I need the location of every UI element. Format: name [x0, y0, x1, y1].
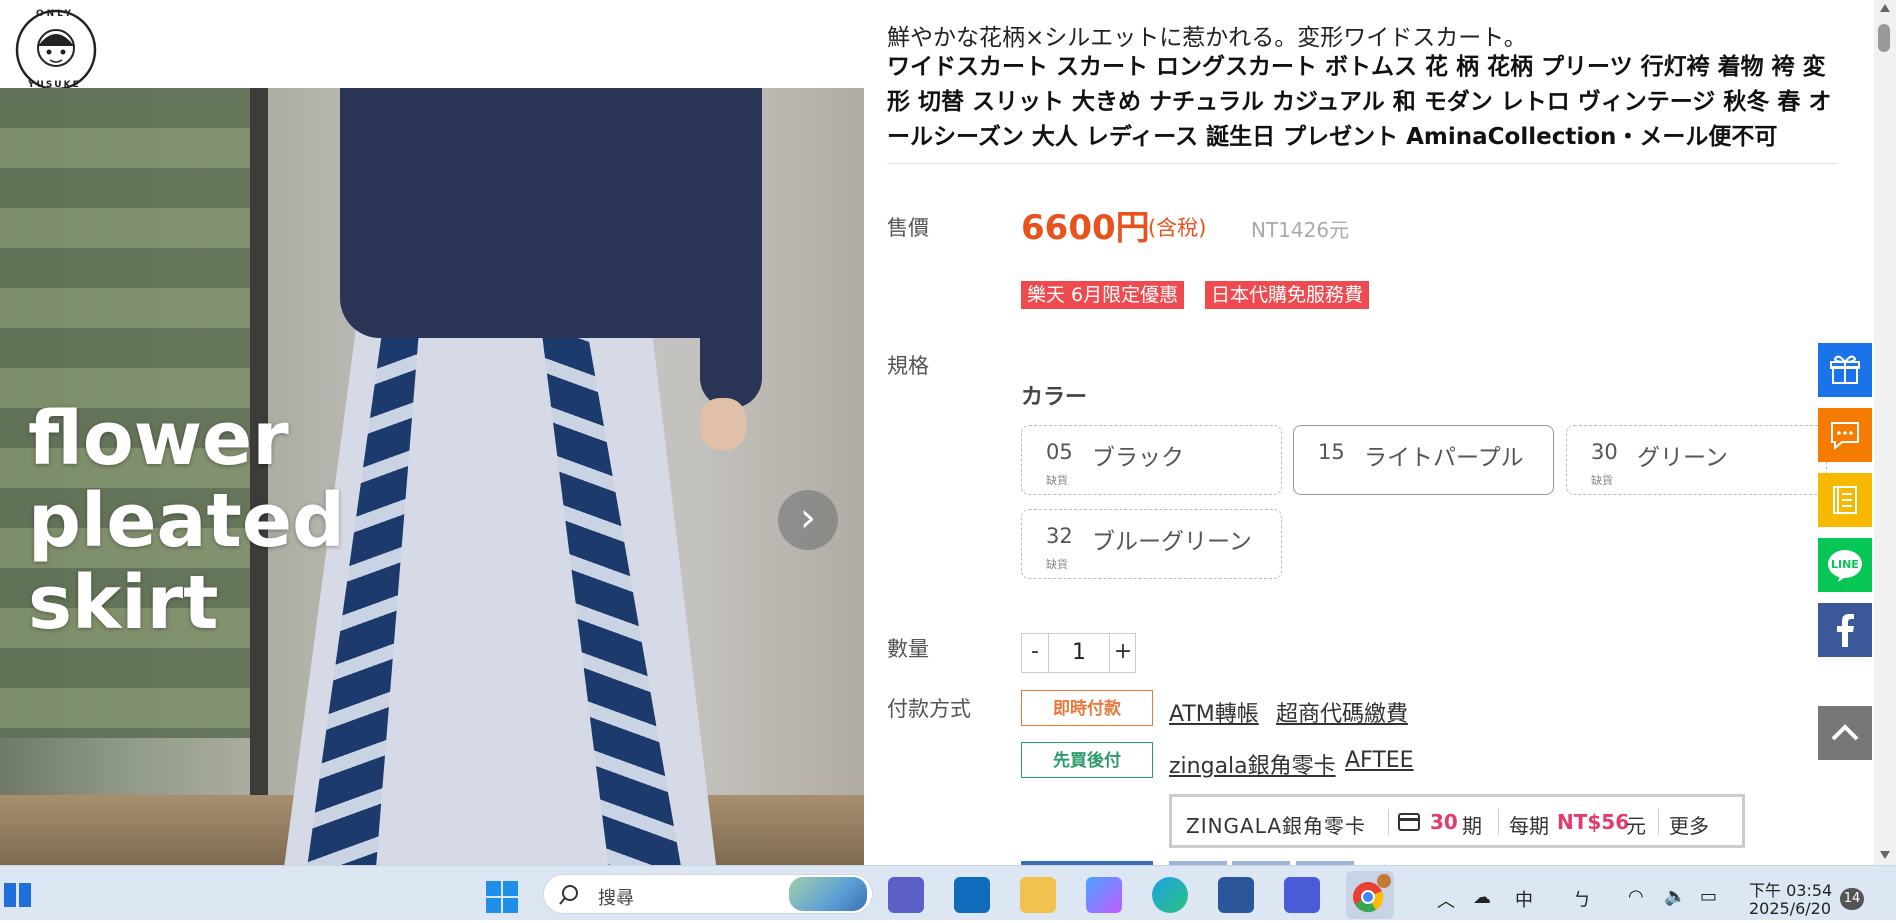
photo-overlay-text: flower pleated skirt — [28, 396, 345, 646]
clock-date[interactable]: 2025/6/20 — [1749, 899, 1831, 918]
logo-top-text: ONLY — [36, 9, 75, 19]
start-icon[interactable] — [484, 879, 520, 915]
photo-sleeve — [700, 88, 762, 408]
zingala-period-unit: 期 — [1462, 814, 1482, 838]
payment-atm-link[interactable]: ATM轉帳 — [1169, 696, 1259, 728]
next-image-button[interactable]: › — [778, 490, 838, 550]
edge-icon[interactable] — [1152, 877, 1188, 913]
scroll-down-icon[interactable] — [1880, 851, 1890, 859]
divider — [887, 163, 1837, 164]
onedrive-icon[interactable]: ☁ — [1473, 887, 1491, 908]
facebook-icon[interactable] — [1818, 603, 1872, 657]
option-code: 15 — [1318, 440, 1345, 464]
option-code: 05 — [1046, 440, 1073, 464]
photo-jacket — [340, 88, 760, 338]
app-icon[interactable] — [1284, 877, 1320, 913]
line-label: LINE — [1831, 558, 1859, 571]
price-value: 6600円 — [1021, 208, 1150, 248]
chat-icon[interactable] — [1818, 408, 1872, 462]
option-status: 缺貨 — [1591, 474, 1613, 487]
option-code: 30 — [1591, 440, 1618, 464]
book-icon[interactable] — [1818, 473, 1872, 527]
search-highlight-image — [789, 877, 867, 911]
zingala-installment-box[interactable]: ZINGALA銀角零卡 30 期 每期 NT$56 元 更多 — [1169, 794, 1745, 848]
option-name: グリーン — [1637, 445, 1728, 471]
taskbar-search-input[interactable]: 搜尋 — [543, 874, 873, 914]
separator — [1658, 809, 1659, 835]
option-name: ライトパープル — [1364, 445, 1524, 471]
promo-badge[interactable]: 日本代購免服務費 — [1205, 281, 1370, 309]
taskbar — [0, 865, 1896, 920]
ime-mode[interactable]: ㄅ — [1573, 886, 1591, 912]
payment-zingala-link[interactable]: zingala銀角零卡 — [1169, 748, 1336, 780]
wifi-icon[interactable]: ◠ — [1628, 886, 1644, 907]
page-scrollbar[interactable] — [1874, 0, 1896, 865]
quantity-label: 數量 — [887, 637, 929, 661]
payment-aftee-link[interactable]: AFTEE — [1345, 748, 1414, 773]
outlook-icon[interactable] — [954, 877, 990, 913]
product-image[interactable]: flower pleated skirt › — [0, 88, 864, 865]
chrome-active-tile[interactable] — [1346, 871, 1394, 919]
back-to-top-button[interactable] — [1818, 706, 1872, 760]
ime-language[interactable]: 中 — [1515, 886, 1533, 912]
promo-badge[interactable]: 樂天 6月限定優惠 — [1021, 281, 1185, 309]
price-tax-note: (含稅) — [1148, 216, 1207, 240]
option-status: 缺貨 — [1046, 474, 1068, 487]
scrollbar-thumb[interactable] — [1878, 24, 1890, 52]
price-ntd: NT1426元 — [1251, 218, 1350, 242]
color-group-label: カラー — [1021, 385, 1088, 410]
zingala-brand: ZINGALA銀角零卡 — [1186, 814, 1367, 838]
price-label: 售價 — [887, 216, 929, 240]
meet-icon[interactable] — [888, 877, 924, 913]
search-placeholder: 搜尋 — [598, 888, 634, 909]
zingala-per-unit: 元 — [1626, 814, 1646, 838]
option-code: 32 — [1046, 524, 1073, 548]
shop-logo[interactable]: ONLY YUSUKE — [14, 8, 98, 92]
zingala-more-link[interactable]: 更多 — [1669, 810, 1709, 839]
color-option-blue-green[interactable]: 32 ブルーグリーン 缺貨 — [1021, 509, 1282, 579]
search-icon — [559, 885, 578, 905]
line-icon[interactable]: LINE — [1818, 538, 1872, 592]
option-status: 缺貨 — [1046, 558, 1068, 571]
payment-convenience-store-link[interactable]: 超商代碼繳費 — [1276, 696, 1408, 728]
copilot-icon[interactable] — [1086, 877, 1122, 913]
color-option-green[interactable]: 30 グリーン 缺貨 — [1566, 425, 1827, 495]
file-explorer-icon[interactable] — [1020, 877, 1056, 913]
option-name: ブラック — [1092, 445, 1184, 471]
quantity-minus-button[interactable]: - — [1022, 634, 1048, 672]
zingala-per-label: 每期 — [1509, 814, 1549, 838]
widgets-icon[interactable] — [2, 879, 34, 911]
separator — [1388, 809, 1389, 835]
header-strip — [0, 0, 864, 88]
product-subtitle: 鮮やかな花柄×シルエットに惹かれる。変形ワイドスカート。 — [887, 25, 1527, 51]
zingala-per-amount: NT$56 — [1557, 810, 1630, 834]
zingala-periods: 30 — [1430, 810, 1458, 834]
quantity-stepper: - 1 + — [1021, 633, 1136, 673]
product-title: ワイドスカート スカート ロングスカート ボトムス 花 柄 花柄 プリーツ 行灯… — [887, 54, 1832, 150]
clock-time[interactable]: 下午 03:54 — [1749, 877, 1832, 901]
notification-badge[interactable]: 14 — [1840, 888, 1864, 910]
scroll-up-icon[interactable] — [1880, 4, 1890, 12]
quantity-plus-button[interactable]: + — [1110, 634, 1136, 672]
separator — [1498, 809, 1499, 835]
quantity-input[interactable]: 1 — [1048, 634, 1110, 672]
chrome-icon — [1353, 874, 1391, 913]
card-icon — [1398, 812, 1420, 836]
volume-icon[interactable]: 🔈 — [1664, 886, 1686, 907]
color-option-black[interactable]: 05 ブラック 缺貨 — [1021, 425, 1282, 495]
option-name: ブルーグリーン — [1092, 529, 1252, 555]
photo-hand — [700, 398, 746, 450]
spec-label: 規格 — [887, 354, 929, 378]
payment-label: 付款方式 — [887, 697, 971, 721]
gift-icon[interactable] — [1818, 343, 1872, 397]
color-option-light-purple[interactable]: 15 ライトパープル — [1293, 425, 1554, 495]
bnpl-tag: 先買後付 — [1021, 742, 1153, 778]
battery-icon[interactable]: ▭ — [1700, 886, 1717, 907]
word-icon[interactable] — [1218, 877, 1254, 913]
instant-pay-tag: 即時付款 — [1021, 690, 1153, 726]
tray-overflow-icon[interactable]: ︿ — [1437, 887, 1455, 913]
